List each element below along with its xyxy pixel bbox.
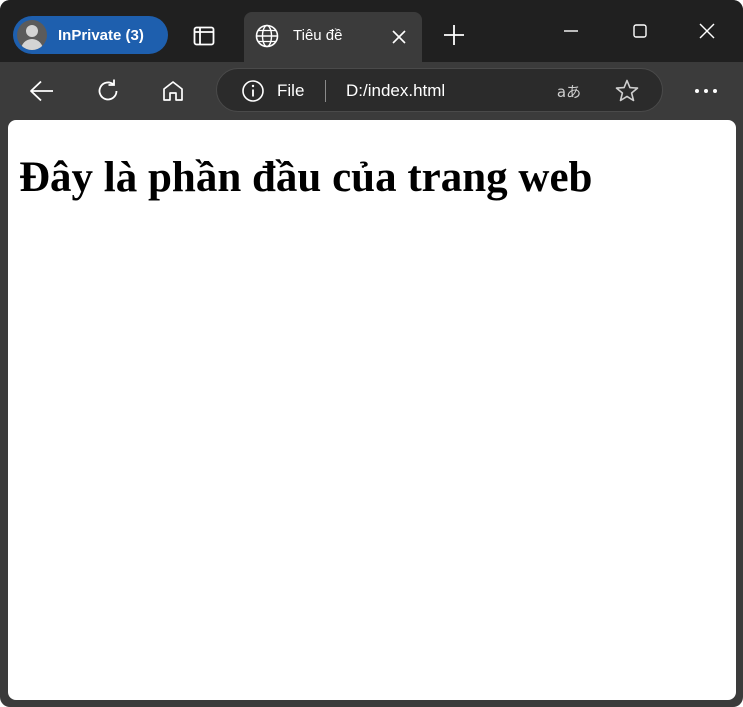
star-icon[interactable] xyxy=(614,78,640,104)
tab-active[interactable]: Tiêu đề xyxy=(244,12,422,62)
profile-label: InPrivate (3) xyxy=(58,26,144,44)
tab-actions-icon xyxy=(193,26,215,46)
maximize-icon xyxy=(633,24,647,38)
translate-icon[interactable]: aあ xyxy=(553,79,585,103)
maximize-button[interactable] xyxy=(617,10,663,52)
inprivate-profile-button[interactable]: InPrivate (3) xyxy=(13,16,168,54)
address-bar[interactable]: File D:/index.html aあ xyxy=(216,68,663,112)
home-icon xyxy=(163,81,183,101)
navigation-toolbar: File D:/index.html aあ xyxy=(0,62,743,120)
avatar-icon xyxy=(17,20,47,50)
new-tab-button[interactable] xyxy=(438,19,470,51)
close-icon xyxy=(392,30,406,44)
arrow-left-icon xyxy=(30,80,53,102)
address-scheme-label: File xyxy=(277,81,305,100)
page-heading: Đây là phần đầu của trang web xyxy=(19,154,593,201)
window-close-button[interactable] xyxy=(684,10,730,52)
globe-icon xyxy=(255,24,279,48)
refresh-icon xyxy=(98,79,118,101)
title-bar: InPrivate (3) Tiêu đề xyxy=(0,0,743,62)
refresh-button[interactable] xyxy=(90,74,126,108)
home-button[interactable] xyxy=(155,74,191,108)
address-divider xyxy=(325,80,326,102)
info-icon[interactable] xyxy=(241,79,265,103)
ellipsis-icon xyxy=(695,89,717,93)
tab-close-button[interactable] xyxy=(387,25,411,49)
more-options-button[interactable] xyxy=(688,74,724,108)
address-url[interactable]: D:/index.html xyxy=(346,81,445,101)
close-icon xyxy=(699,23,715,39)
tab-actions-button[interactable] xyxy=(188,22,220,50)
minimize-button[interactable] xyxy=(548,10,594,52)
plus-icon xyxy=(444,25,464,45)
page-content: Đây là phần đầu của trang web xyxy=(8,120,736,700)
tab-title: Tiêu đề xyxy=(293,27,343,44)
back-button[interactable] xyxy=(24,74,60,108)
browser-window: InPrivate (3) Tiêu đề File D:/index.html… xyxy=(0,0,743,707)
minimize-icon xyxy=(564,30,578,32)
